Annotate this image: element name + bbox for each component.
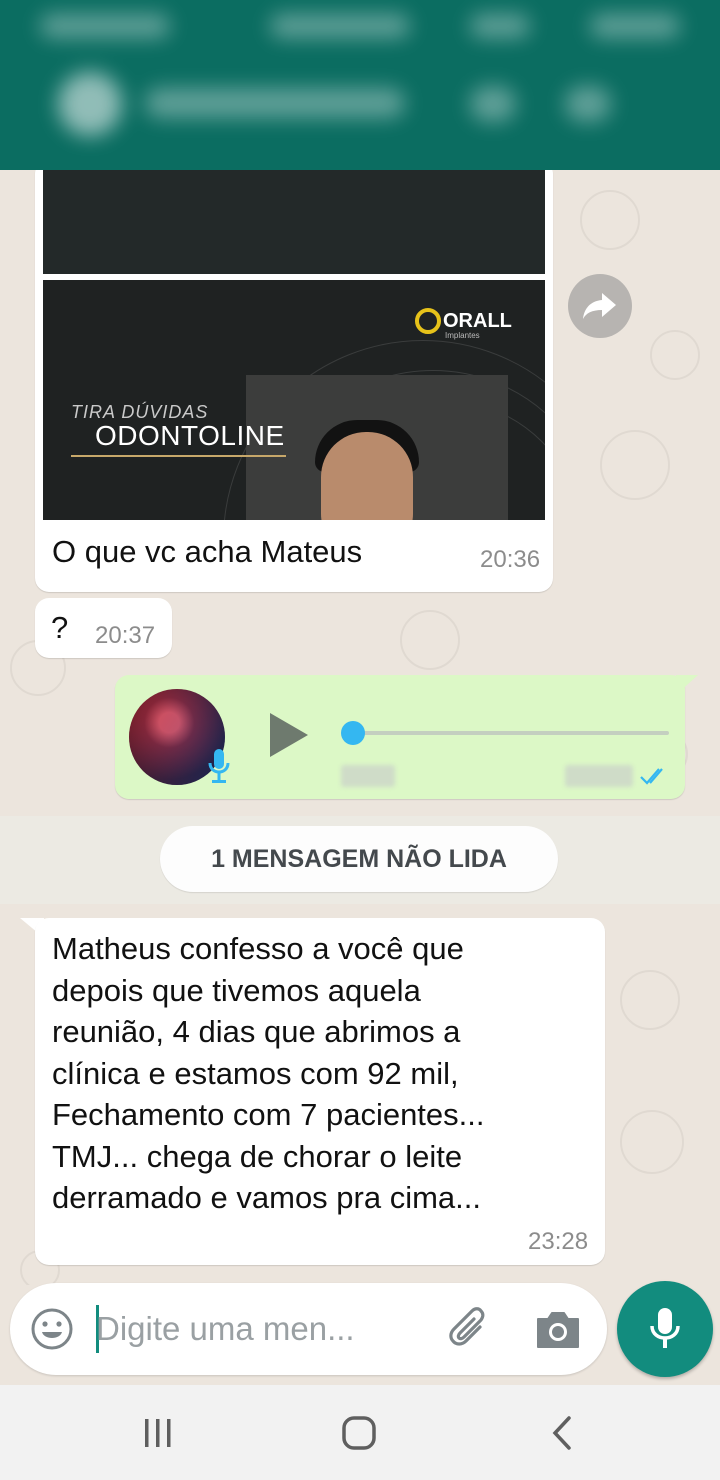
chat-header xyxy=(0,0,720,170)
brand-logo-text: ORALL xyxy=(443,310,512,332)
video-message-bubble[interactable]: ORALL Implantes TIRA DÚVIDAS ODONTOLINE … xyxy=(35,170,553,592)
voice-record-button[interactable] xyxy=(617,1281,713,1377)
message-input[interactable] xyxy=(96,1301,416,1357)
video-thumbnail[interactable]: ORALL Implantes TIRA DÚVIDAS ODONTOLINE xyxy=(43,280,545,520)
microphone-icon xyxy=(650,1308,680,1348)
video-title-big: ODONTOLINE xyxy=(95,420,285,451)
forward-button[interactable] xyxy=(568,274,632,338)
back-icon xyxy=(552,1416,571,1450)
wallpaper-doodle xyxy=(620,1110,684,1174)
read-receipt-icon xyxy=(640,768,663,785)
brand-logo-subtext: Implantes xyxy=(445,331,480,340)
bubble-tail xyxy=(676,675,698,695)
play-icon[interactable] xyxy=(270,713,308,757)
chat-area[interactable]: ORALL Implantes TIRA DÚVIDAS ODONTOLINE … xyxy=(0,170,720,1285)
recent-apps-icon xyxy=(145,1419,171,1447)
audio-duration-blurred xyxy=(341,765,395,787)
wallpaper-doodle xyxy=(650,330,700,380)
audio-progress-handle[interactable] xyxy=(341,721,365,745)
wallpaper-doodle xyxy=(620,970,680,1030)
wallpaper-doodle xyxy=(600,430,670,500)
message-time: 20:36 xyxy=(480,546,541,573)
wallpaper-doodle xyxy=(400,610,460,670)
forward-icon xyxy=(583,293,616,319)
unread-messages-badge: 1 MENSAGEM NÃO LIDA xyxy=(160,826,558,892)
message-text: Matheus confesso a você que depois que t… xyxy=(52,931,485,1215)
mic-badge-icon xyxy=(208,749,230,783)
emoji-icon[interactable] xyxy=(30,1307,74,1351)
voice-message-bubble[interactable] xyxy=(115,675,685,799)
recent-apps-button[interactable] xyxy=(136,1411,180,1455)
message-text: ? xyxy=(51,610,69,645)
home-icon xyxy=(342,1416,376,1450)
message-time-blurred xyxy=(565,765,633,787)
back-button[interactable] xyxy=(540,1411,584,1455)
blurred-header-content xyxy=(0,0,720,170)
video-thumbnail-top[interactable] xyxy=(43,170,545,274)
paperclip-icon[interactable] xyxy=(446,1305,494,1353)
message-time: 20:37 xyxy=(95,622,156,649)
presenter-face xyxy=(321,432,413,520)
wallpaper-doodle xyxy=(580,190,640,250)
message-composer xyxy=(10,1283,607,1375)
orall-logo-icon xyxy=(415,308,441,334)
title-underline xyxy=(71,455,286,457)
audio-progress-track[interactable] xyxy=(353,731,669,735)
question-message-bubble[interactable]: ? 20:37 xyxy=(35,598,172,658)
system-navigation-bar xyxy=(0,1385,720,1480)
message-time: 23:28 xyxy=(528,1228,589,1255)
camera-icon[interactable] xyxy=(534,1307,582,1351)
message-caption: O que vc acha Mateus xyxy=(52,534,363,569)
home-button[interactable] xyxy=(337,1411,381,1455)
long-message-bubble[interactable]: Matheus confesso a você que depois que t… xyxy=(35,918,605,1265)
